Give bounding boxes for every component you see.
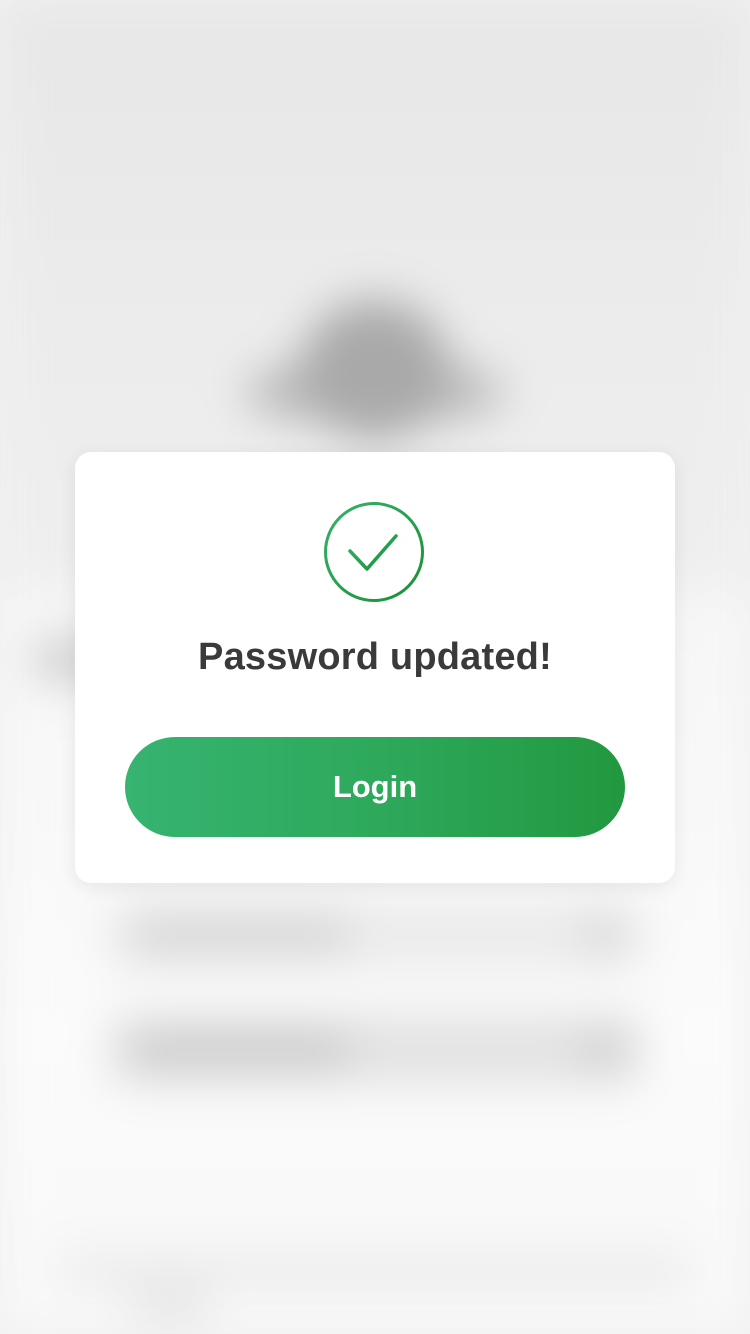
background-field-2-icon <box>580 1035 630 1065</box>
login-button-label: Login <box>332 769 418 804</box>
check-circle-icon <box>322 500 426 604</box>
background-field-1-text <box>130 920 350 950</box>
background-logo <box>300 300 450 440</box>
background-field-1-icon <box>580 920 630 950</box>
login-button[interactable]: Login <box>125 737 625 837</box>
background-footer <box>60 1250 690 1290</box>
dialog-title: Password updated! <box>198 636 552 678</box>
password-updated-screen: Password updated! Login <box>0 0 750 1334</box>
success-dialog: Password updated! Login <box>75 452 675 883</box>
background-footer-link <box>130 1290 210 1320</box>
background-field-2-text <box>130 1035 350 1065</box>
